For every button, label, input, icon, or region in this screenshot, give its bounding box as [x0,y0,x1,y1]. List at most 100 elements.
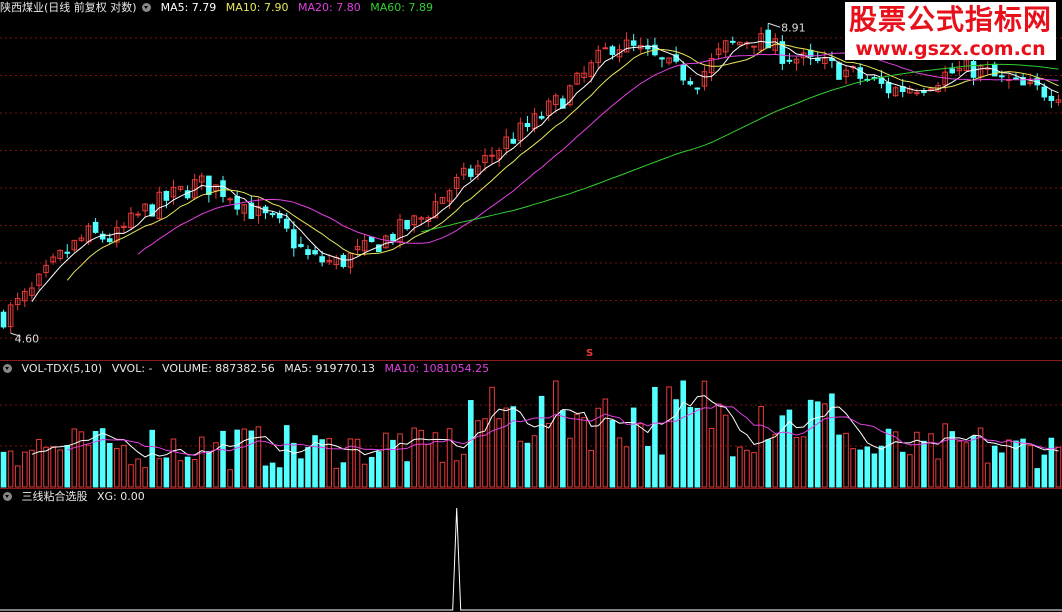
volume-bar-down [149,429,156,488]
volume-bar-down [206,450,212,488]
volume-bar-down [878,445,885,488]
options-icon[interactable] [3,363,12,373]
indicator-chart[interactable] [0,489,1062,612]
volume-bar-down [765,439,771,488]
candle-down [659,57,665,60]
volume-bar-up [517,440,524,488]
candle-down [220,180,226,197]
candle-down [510,138,517,144]
ma20-line [137,52,1059,255]
candle-down [680,64,687,81]
volume-bar-down [630,407,637,488]
volume-bar-down [645,445,651,488]
options-icon[interactable] [3,491,12,501]
candle-down [885,82,892,94]
volume-bar-down [269,462,276,488]
candle-down [312,250,318,255]
volume-bar-up [1055,446,1062,488]
volume-panel[interactable]: VOL-TDX(5,10) VVOL: - VOLUME: 887382.56 … [0,361,1062,488]
candle-down [0,311,7,328]
volume-bar-up [460,453,467,488]
options-icon[interactable] [142,2,152,12]
ma10-line [66,43,1059,281]
candle-down [106,238,113,243]
candle-down [269,213,276,216]
candle-down [1013,77,1019,80]
candle-down [234,195,240,210]
volume-bar-up [531,435,538,488]
volume-bar-down [807,399,814,488]
candle-down [921,90,927,93]
candle-down [836,62,842,80]
candle-down [64,251,71,254]
volume-bar-up [177,460,184,488]
volume-bar-down [106,442,113,488]
volume-bar-down [864,446,871,488]
ma60-line [421,63,1059,233]
ma10-value: MA10: 7.90 [225,1,289,14]
volume-bar-up [623,446,630,488]
volume-bar-up [128,464,134,488]
volume-bar-up [156,458,163,488]
volume-bar-up [793,436,800,488]
watermark-title: 股票公式指标网 [844,2,1056,38]
volume-bar-up [439,461,446,488]
volume-bar-up [383,432,389,488]
candle-up [602,47,609,50]
volume-bar-down [234,429,240,488]
signal-mark: S [586,348,593,359]
volume-bar-down [659,454,665,488]
volume-bar-down [64,445,71,488]
indicator-panel[interactable]: 三线粘合选股 XG: 0.00 [0,489,1062,612]
high-leader [768,22,781,28]
volume-bar-up [14,465,21,488]
volume-bar-down [510,406,517,488]
volume-bar-up [581,417,587,488]
indicator-header: 三线粘合选股 XG: 0.00 [0,489,151,505]
watermark-url: www.gszx.com.cn [844,38,1056,60]
volume-bar-down [283,425,290,488]
volume-chart[interactable] [0,361,1062,488]
candle-down [1048,95,1055,101]
volume-bar-down [291,442,297,488]
xg-signal-line [0,507,1062,611]
candle-down [729,40,736,43]
volume-bar-up [574,413,580,488]
volume-bar-down [298,458,304,488]
price-header: 陕西煤业(日线 前复权 对数) MA5: 7.79 MA10: 7.90 MA2… [0,0,439,16]
candle-down [305,249,311,255]
volume-bar-up [758,406,764,488]
ma60-value: MA60: 7.89 [370,1,433,14]
volume-bar-down [836,434,842,488]
volume-bar-down [991,445,998,488]
volume-bar-down [262,465,269,488]
volume-bar-up [843,432,849,488]
candle-down [291,229,297,249]
volume-bar-down [305,447,311,488]
candle-up [121,226,127,229]
volume-bar-down [538,395,545,488]
volume-bar-up [503,407,510,488]
volume-bar-down [184,456,191,488]
volume-bar-down [368,456,375,488]
watermark-logo: 股票公式指标网 www.gszx.com.cn [844,2,1056,60]
candle-down [298,244,304,247]
volume-bar-up [397,433,403,488]
indicator-title: 三线粘合选股 [21,490,88,503]
volume-bar-up [928,433,934,488]
candle-down [368,236,375,243]
candle-down [340,254,347,267]
candle-up [489,154,495,157]
volume-bar-up [545,422,552,488]
ma5-value: MA5: 7.79 [160,1,217,14]
xg-value: XG: 0.00 [97,490,145,503]
volume-bar-down [687,407,694,488]
candle-down [786,59,793,62]
volume-bar-down [921,440,927,488]
volume-bar-up [935,458,941,488]
candle-down [1041,86,1048,98]
candle-up [914,92,920,95]
volume-bar-up [333,467,340,488]
volume-bar-down [885,428,892,488]
candle-down [92,221,99,233]
